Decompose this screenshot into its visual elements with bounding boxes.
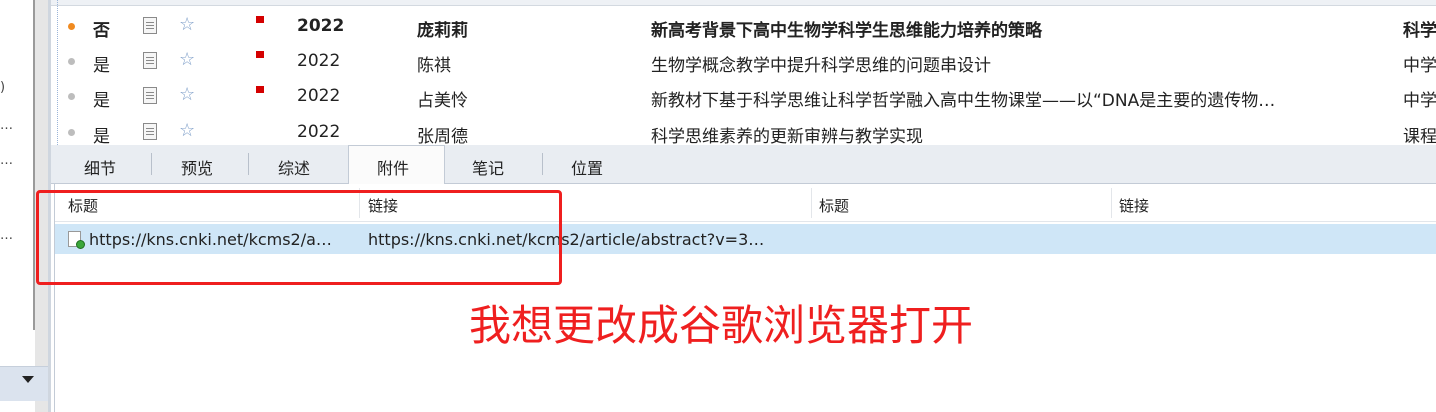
year-cell: 2022 — [297, 122, 341, 142]
year-cell: 2022 — [297, 86, 341, 106]
left-panel: ) … … … — [0, 0, 34, 412]
table-row[interactable]: 是 ☆ 2022 张周德 科学思维素养的更新审辨与教学实现 课程 — [51, 116, 1436, 145]
source-cell: 课程 — [1403, 127, 1436, 145]
column-separator[interactable] — [1111, 188, 1112, 218]
tab-separator — [151, 153, 152, 175]
flag-icon — [256, 51, 264, 58]
highlight-box — [36, 190, 562, 285]
read-status: 是 — [93, 56, 110, 76]
table-row[interactable]: 是 ☆ 2022 占美怜 新教材下基于科学思维让科学哲学融入高中生物课堂——以“… — [51, 80, 1436, 111]
left-dropdown[interactable] — [0, 366, 48, 401]
tab-location[interactable]: 位置 — [571, 155, 603, 179]
read-status: 是 — [93, 127, 110, 145]
author-cell: 陈祺 — [417, 56, 451, 76]
title-cell: 科学思维素养的更新审辨与教学实现 — [651, 127, 923, 145]
source-cell: 科学 — [1403, 21, 1436, 41]
document-icon — [143, 87, 157, 104]
left-panel-text: … — [0, 228, 13, 243]
author-cell: 占美怜 — [417, 91, 468, 111]
left-panel-text: ) — [0, 80, 6, 95]
source-cell: 中学 — [1403, 91, 1436, 111]
read-dot-icon — [68, 129, 75, 136]
unread-dot-icon — [68, 23, 75, 30]
star-icon[interactable]: ☆ — [179, 49, 195, 70]
column-header-link[interactable]: 链接 — [1119, 195, 1149, 216]
year-cell: 2022 — [297, 51, 341, 71]
table-row[interactable]: 是 ☆ 2022 陈祺 生物学概念教学中提升科学思维的问题串设计 中学 — [51, 45, 1436, 76]
detail-tabbar: 细节 预览 综述 附件 笔记 位置 — [51, 145, 1436, 184]
title-cell: 新高考背景下高中生物学科学生思维能力培养的策略 — [651, 21, 1042, 41]
annotation-text: 我想更改成谷歌浏览器打开 — [469, 301, 974, 350]
column-header-title[interactable]: 标题 — [819, 195, 849, 216]
document-icon — [143, 17, 157, 34]
left-panel-text: … — [0, 118, 13, 133]
source-cell: 中学 — [1403, 56, 1436, 76]
title-cell: 新教材下基于科学思维让科学哲学融入高中生物课堂——以“DNA是主要的遗传物… — [651, 91, 1276, 111]
title-cell: 生物学概念教学中提升科学思维的问题串设计 — [651, 56, 991, 76]
year-cell: 2022 — [297, 16, 345, 36]
tab-attachments[interactable]: 附件 — [377, 155, 409, 179]
tab-separator — [542, 153, 543, 175]
star-icon[interactable]: ☆ — [179, 14, 195, 35]
tab-summary[interactable]: 综述 — [278, 155, 310, 179]
document-icon — [143, 52, 157, 69]
tab-preview[interactable]: 预览 — [181, 155, 213, 179]
read-status: 否 — [93, 21, 110, 41]
column-separator[interactable] — [811, 188, 812, 218]
star-icon[interactable]: ☆ — [179, 120, 195, 141]
chevron-down-icon — [22, 376, 34, 383]
tab-separator — [248, 153, 249, 175]
flag-icon — [256, 16, 264, 23]
author-cell: 庞莉莉 — [417, 21, 468, 41]
reference-table: 否 ☆ 2022 庞莉莉 新高考背景下高中生物学科学生思维能力培养的策略 科学 … — [51, 0, 1436, 145]
tab-details[interactable]: 细节 — [84, 155, 116, 179]
read-status: 是 — [93, 91, 110, 111]
star-icon[interactable]: ☆ — [179, 84, 195, 105]
author-cell: 张周德 — [417, 127, 468, 145]
read-dot-icon — [68, 58, 75, 65]
tab-notes[interactable]: 笔记 — [472, 155, 504, 179]
table-row[interactable]: 否 ☆ 2022 庞莉莉 新高考背景下高中生物学科学生思维能力培养的策略 科学 — [51, 10, 1436, 41]
document-icon — [143, 123, 157, 140]
read-dot-icon — [68, 93, 75, 100]
left-panel-text: … — [0, 153, 13, 168]
flag-icon — [256, 86, 264, 93]
